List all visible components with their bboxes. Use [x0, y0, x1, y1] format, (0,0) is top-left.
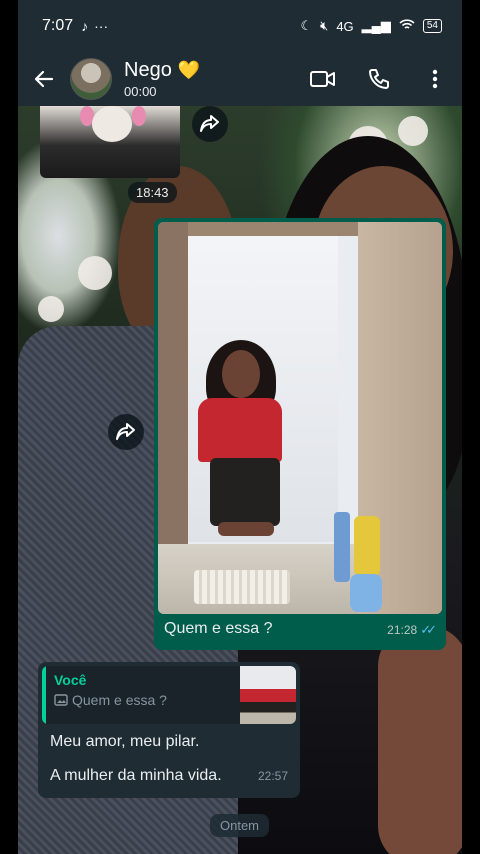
- tiktok-icon: ♪: [81, 18, 89, 34]
- back-arrow-icon[interactable]: [32, 67, 56, 91]
- battery-icon: 54: [422, 19, 442, 33]
- previous-media-thumbnail[interactable]: [40, 106, 180, 178]
- forward-button[interactable]: [192, 106, 228, 142]
- image-caption: Quem e essa ?: [164, 620, 273, 637]
- contact-subtitle: 00:00: [124, 84, 157, 99]
- chat-wallpaper: 18:43 Quem e essa ? 21:28 ✓✓ Você Quem e…: [18, 106, 462, 854]
- quoted-image-thumbnail: [240, 666, 296, 724]
- status-time: 7:07: [42, 17, 74, 34]
- media-timestamp: 18:43: [128, 182, 177, 203]
- dnd-moon-icon: ☾: [300, 18, 313, 33]
- right-bezel: [462, 0, 480, 854]
- forward-icon: [200, 115, 219, 132]
- message-photo[interactable]: [158, 222, 442, 614]
- message-time: 21:28: [387, 623, 418, 637]
- message-text-line-2: A mulher da minha vida.: [50, 767, 222, 784]
- read-receipt-icon: ✓✓: [420, 622, 437, 637]
- video-call-icon: [310, 71, 335, 87]
- video-call-button[interactable]: [310, 66, 336, 92]
- network-type: 4G: [336, 18, 354, 34]
- more-dots-icon: ···: [94, 18, 109, 34]
- voice-call-button[interactable]: [366, 66, 392, 92]
- message-time: 22:57: [257, 769, 288, 783]
- quoted-text: Quem e essa ?: [72, 692, 167, 708]
- wifi-icon: [399, 18, 415, 34]
- contact-name: Nego: [124, 59, 172, 81]
- wallpaper-flower: [38, 296, 64, 322]
- mute-icon: 🔇︎: [320, 18, 329, 33]
- quoted-message[interactable]: Você Quem e essa ?: [42, 666, 296, 724]
- dog-photo: [92, 106, 132, 142]
- wallpaper-flower: [398, 116, 428, 146]
- contact-info[interactable]: Nego 💛 00:00: [124, 59, 200, 99]
- voice-call-icon: [369, 69, 389, 89]
- signal-icon: ▂▄▆: [361, 18, 391, 33]
- status-bar: 7:07 ♪ ··· ☾ 🔇︎ 4G ▂▄▆ 54: [18, 0, 462, 52]
- wallpaper-flower: [78, 256, 112, 290]
- image-icon: [54, 694, 68, 706]
- quoted-author: Você: [54, 672, 87, 688]
- message-text-line-1: Meu amor, meu pilar.: [50, 733, 200, 750]
- chat-header: Nego 💛 00:00: [18, 52, 462, 106]
- forward-button[interactable]: [108, 414, 144, 450]
- wallpaper-person-right-arm: [378, 626, 462, 854]
- outgoing-image-message[interactable]: Quem e essa ? 21:28 ✓✓: [154, 218, 446, 650]
- more-options-button[interactable]: [422, 66, 448, 92]
- left-bezel: [0, 0, 18, 854]
- incoming-reply-message[interactable]: Você Quem e essa ? Meu amor, meu pilar. …: [38, 662, 300, 798]
- heart-emoji: 💛: [177, 60, 201, 80]
- chat-screen: 18:43 Quem e essa ? 21:28 ✓✓ Você Quem e…: [18, 0, 462, 854]
- contact-avatar[interactable]: [70, 58, 112, 100]
- forward-icon: [116, 423, 135, 440]
- date-separator: Ontem: [210, 814, 270, 837]
- more-vert-icon: [432, 69, 438, 89]
